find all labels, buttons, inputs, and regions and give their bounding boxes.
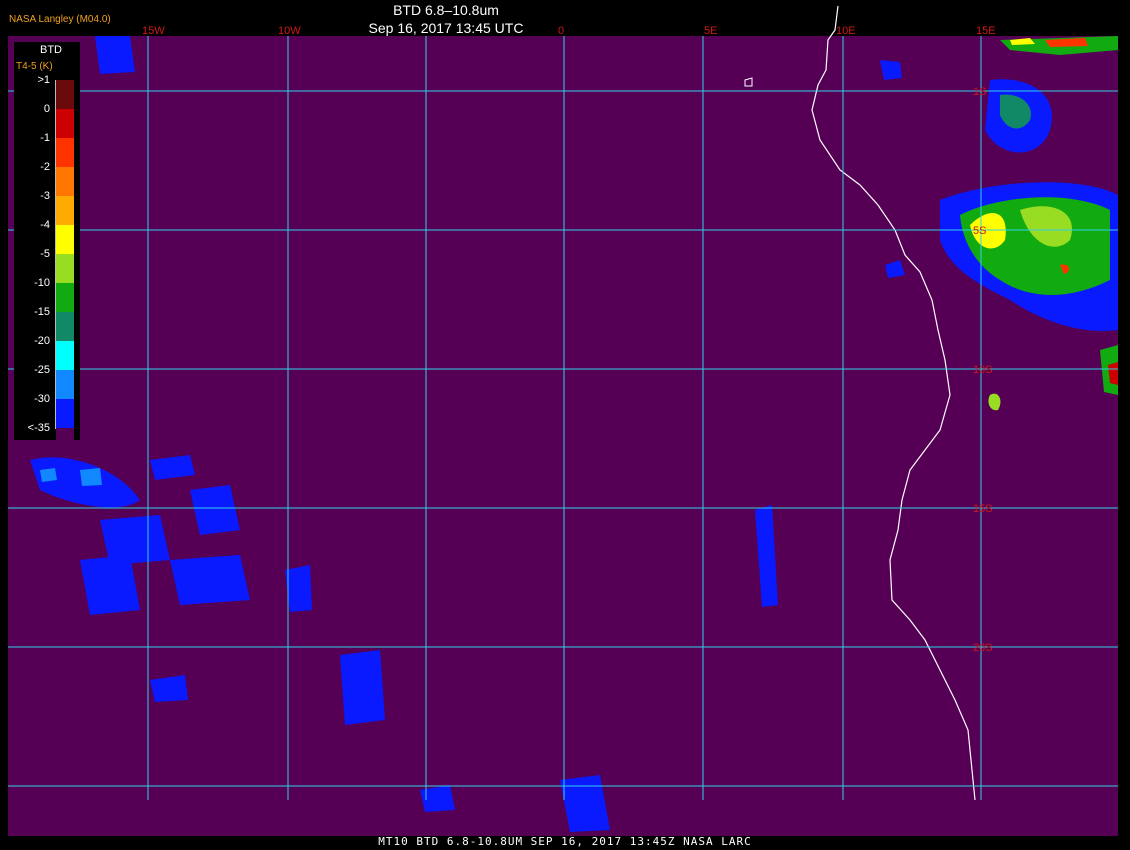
legend-label: -15	[34, 306, 50, 318]
legend-swatch	[56, 225, 74, 254]
lat-label: 1S	[973, 86, 986, 98]
legend-label: -25	[34, 364, 50, 376]
lat-label: 5S	[973, 225, 986, 237]
color-legend: BTD T4-5 (K) >1 0 -1 -2 -3 -4 -5 -10 -15 -20 -25 -3…	[14, 42, 80, 457]
legend-swatch	[56, 254, 74, 283]
lat-label: 10S	[973, 364, 993, 376]
map-background	[8, 36, 1118, 836]
legend-swatch	[56, 312, 74, 341]
lon-label: 15E	[976, 25, 996, 37]
legend-label: 0	[43, 103, 50, 115]
lat-label: 20S	[973, 642, 993, 654]
legend-swatch	[56, 428, 74, 457]
lon-label: 10E	[836, 25, 856, 37]
provider-label: NASA Langley (M04.0)	[9, 14, 111, 25]
legend-swatch	[56, 167, 74, 196]
footer-caption: MT10 BTD 6.8-10.8UM SEP 16, 2017 13:45Z …	[378, 835, 752, 848]
legend-subtitle: T4-5 (K)	[16, 61, 53, 72]
legend-label: -4	[40, 219, 50, 231]
lat-label: 15S	[973, 503, 993, 515]
map-title: BTD 6.8–10.8um	[393, 2, 499, 18]
legend-label: <-35	[27, 422, 50, 434]
legend-swatch	[56, 109, 74, 138]
legend-swatch	[56, 80, 74, 109]
legend-label: -2	[40, 161, 50, 173]
legend-label: -10	[34, 277, 50, 289]
satellite-map: 15W 10W 0 5E 10E 15E 1S 5S 10S 15S 20S	[0, 0, 1130, 850]
legend-title: BTD	[40, 44, 62, 56]
legend-label: -20	[34, 335, 50, 347]
legend-swatch	[56, 341, 74, 370]
legend-swatch	[56, 399, 74, 428]
legend-label: >1	[37, 74, 50, 86]
lon-label: 5E	[704, 25, 717, 37]
legend-swatch	[56, 196, 74, 225]
legend-swatch	[56, 283, 74, 312]
legend-label: -30	[34, 393, 50, 405]
legend-label: -3	[40, 190, 50, 202]
map-subtitle: Sep 16, 2017 13:45 UTC	[368, 20, 524, 36]
legend-label: -1	[40, 132, 50, 144]
legend-swatch	[56, 370, 74, 399]
legend-swatch	[56, 138, 74, 167]
lon-label: 15W	[142, 25, 165, 37]
legend-label: -5	[40, 248, 50, 260]
